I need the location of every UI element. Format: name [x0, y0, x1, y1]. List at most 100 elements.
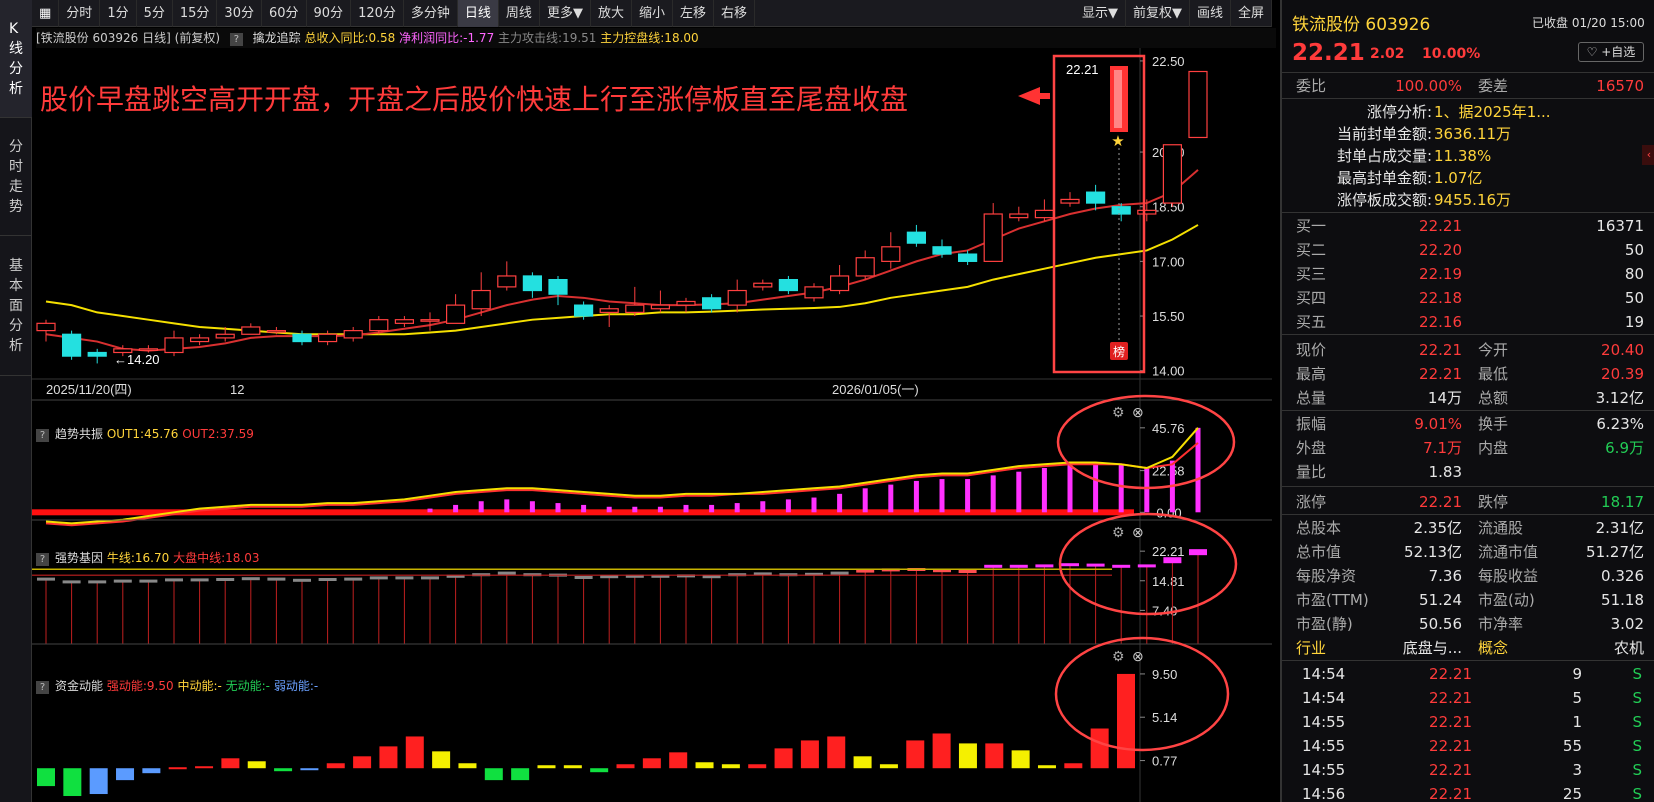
candle [778, 279, 799, 292]
left-sidebar: K线分析 分时走势 基本面分析 [0, 0, 32, 802]
toolbar-button-left5[interactable]: 60分 [262, 0, 307, 27]
panel2-title: 强势基因 [55, 551, 104, 565]
help-icon[interactable]: ? [229, 33, 243, 46]
momentum-bar [774, 748, 793, 769]
toolbar-button-left6[interactable]: 90分 [307, 0, 352, 27]
close-icon: ⊗ [1132, 524, 1144, 540]
tick-row-cell: 22.21 [1429, 689, 1472, 707]
toolbar-button-left1[interactable]: 1分 [100, 0, 137, 27]
gene-bar [165, 578, 183, 582]
gear-icon: ⚙ [1112, 404, 1125, 420]
toolbar-button-left7[interactable]: 120分 [351, 0, 404, 27]
tick-row-cell: 14:54 [1302, 665, 1346, 683]
tab-kline[interactable]: K线分析 [0, 0, 32, 118]
quote-row: 外盘 7.1万 内盘 6.9万 [1282, 436, 1654, 460]
y-tick-label: 15.50 [1152, 309, 1185, 324]
share-row: 总股本 2.35亿 流通股 2.31亿 [1282, 516, 1654, 540]
candle [522, 275, 542, 292]
tick-row-cell: 3 [1572, 761, 1582, 779]
trend-bar [1041, 468, 1047, 513]
share-row-cell: 50.56 [1419, 615, 1462, 633]
add-watchlist-button[interactable]: ♡ +自选 [1578, 42, 1644, 62]
collapse-arrow-icon[interactable]: ‹ [1642, 145, 1654, 165]
quote-row: 最高 22.21 最低 20.39 [1282, 362, 1654, 386]
quote-row: 现价 22.21 今开 20.40 [1282, 338, 1654, 362]
help-icon[interactable]: ? [36, 681, 49, 694]
share-row-cell: 51.27亿 [1586, 543, 1644, 561]
toolbar-button-left2[interactable]: 5分 [137, 0, 173, 27]
limit-analysis-row-cell: 1、据2025年1... [1434, 103, 1551, 121]
last-price: 22.21 [1292, 40, 1365, 66]
period-toolbar: ▦ 分时 1分 5分 15分 30分 60分 90分 120分 多分钟 日线 周线 更多▼ 放大 缩小 左移… [32, 0, 1272, 27]
price-tag: 22.21 [1066, 62, 1099, 77]
momentum-bar [142, 768, 161, 774]
candle [215, 333, 235, 339]
gene-bar [574, 576, 593, 579]
momentum-bar [274, 768, 293, 772]
candle [87, 351, 107, 357]
grid-icon[interactable]: ▦ [32, 0, 60, 27]
toolbar-button-right3[interactable]: 全屏 [1231, 0, 1272, 27]
gene-bar [190, 578, 209, 582]
toolbar-button-left12[interactable]: 放大 [591, 0, 632, 27]
panel2-bull: 牛线:16.70 [106, 551, 170, 565]
tick-row-cell: S [1632, 665, 1642, 683]
bid-row-cell: 50 [1624, 241, 1644, 259]
momentum-bar [985, 743, 1004, 769]
help-icon[interactable]: ? [36, 553, 49, 566]
limit-analysis-row: 涨停分析: 1、据2025年1... [1282, 100, 1654, 124]
toolbar-button-left15[interactable]: 右移 [714, 0, 755, 27]
momentum-bar [326, 763, 345, 769]
toolbar-button-left13[interactable]: 缩小 [632, 0, 673, 27]
momentum-bar [300, 768, 319, 771]
toolbar-button-right1[interactable]: 前复权▼ [1126, 0, 1190, 27]
momentum-bar [353, 756, 372, 769]
trend-bar [888, 484, 894, 513]
gene-bar [88, 580, 107, 584]
momentum-bar [89, 768, 108, 795]
limit-analysis-row: 最高封单金额: 1.07亿 [1282, 166, 1654, 190]
candle [727, 289, 747, 306]
gene-bar [369, 576, 388, 580]
tick-row-cell: 14:55 [1302, 713, 1346, 731]
trend-bar [1093, 464, 1099, 513]
toolbar-button-left0[interactable]: 分时 [59, 0, 101, 27]
trend-bar [529, 501, 535, 513]
indicator-name: 擒龙追踪 [252, 31, 301, 45]
gene-bar [62, 580, 81, 584]
toolbar-button-left11[interactable]: 更多▼ [540, 0, 591, 27]
bid-row: 买一 22.21 16371 [1282, 214, 1654, 238]
bid-row: 买五 22.16 19 [1282, 310, 1654, 334]
candle [676, 300, 696, 306]
momentum-bar [800, 740, 819, 769]
toolbar-button-left3[interactable]: 15分 [173, 0, 218, 27]
help-icon[interactable]: ? [36, 429, 49, 442]
candle [190, 337, 210, 343]
trend-bar [811, 497, 817, 513]
view-buttons: 显示▼ 前复权▼ 画线 全屏 [1075, 0, 1272, 27]
toolbar-button-left10[interactable]: 周线 [499, 0, 540, 27]
limit-price-row-cell: 18.17 [1601, 493, 1644, 511]
share-row: 市盈(静) 50.56 市净率 3.02 [1282, 612, 1654, 636]
toolbar-button-left8[interactable]: 多分钟 [404, 0, 458, 27]
bid-row-cell: 22.20 [1419, 241, 1462, 259]
toolbar-button-left14[interactable]: 左移 [673, 0, 714, 27]
toolbar-button-left4[interactable]: 30分 [217, 0, 262, 27]
bid-row-cell: 50 [1624, 289, 1644, 307]
tab-intraday[interactable]: 分时走势 [0, 118, 32, 236]
momentum-bar [695, 762, 714, 769]
trend-bar [785, 499, 791, 513]
candle [241, 326, 261, 335]
toolbar-button-right2[interactable]: 画线 [1190, 0, 1231, 27]
toolbar-button-left9[interactable]: 日线 [457, 0, 499, 27]
date-label-2: 12 [230, 382, 244, 397]
toolbar-button-right0[interactable]: 显示▼ [1075, 0, 1126, 27]
tab-fundamental[interactable]: 基本面分析 [0, 236, 32, 376]
tick-row-cell: S [1632, 761, 1642, 779]
candle [292, 333, 312, 343]
candle [1188, 70, 1208, 139]
limit-price-row: 涨停 22.21 跌停 18.17 [1282, 490, 1654, 514]
tick-row-cell: 5 [1572, 689, 1582, 707]
momentum-bar [168, 767, 187, 770]
candle [906, 231, 927, 244]
